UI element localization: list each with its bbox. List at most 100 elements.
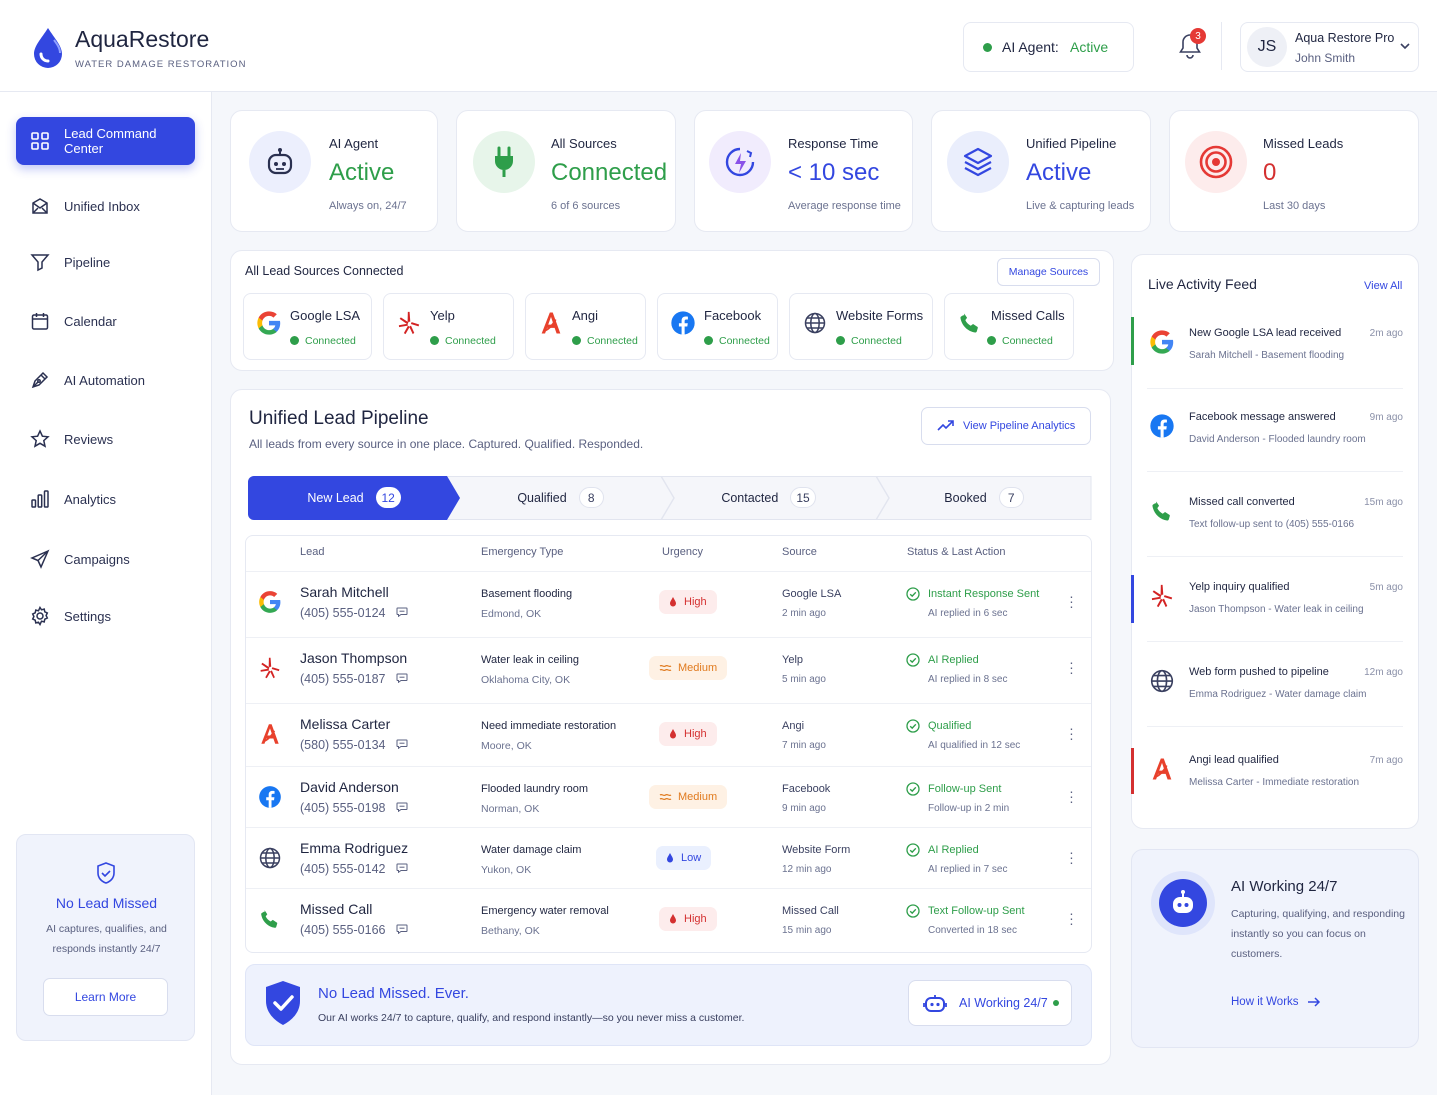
source-card-website-forms[interactable]: Website Forms Connected — [789, 293, 933, 360]
feed-item-title: New Google LSA lead received — [1189, 327, 1342, 339]
stat-value: Active — [329, 159, 395, 186]
manage-sources-button[interactable]: Manage Sources — [997, 258, 1100, 286]
trend-up-icon — [937, 420, 954, 431]
feed-item-detail: Text follow-up sent to (405) 555-0166 — [1189, 519, 1355, 530]
table-row[interactable]: Melissa Carter (580) 555-0134 Need immed… — [246, 703, 1091, 765]
lead-phone: (405) 555-0198 — [300, 801, 386, 815]
drop-icon — [670, 729, 676, 739]
stage-qualified[interactable]: Qualified 8 — [460, 476, 661, 519]
sidebar-item-pipeline[interactable]: Pipeline — [16, 238, 195, 286]
sidebar-item-settings[interactable]: Settings — [16, 592, 195, 640]
divider — [1147, 641, 1403, 642]
no-lead-missed-banner: No Lead Missed. Ever. Our AI works 24/7 … — [245, 964, 1092, 1046]
more-options-icon[interactable]: · · · — [1068, 845, 1074, 869]
lead-status: AI Replied — [928, 844, 979, 856]
sidebar-item-reviews[interactable]: Reviews — [16, 415, 195, 463]
urgency-badge: High — [659, 907, 717, 931]
lead-name: Missed Call — [300, 901, 373, 917]
sidebar-item-lead-command-center[interactable]: Lead Command Center — [16, 117, 195, 165]
column-header: Urgency — [662, 546, 703, 558]
chat-icon[interactable] — [396, 607, 408, 617]
user-company: Aqua Restore Pro — [1295, 31, 1395, 45]
user-menu[interactable]: JS Aqua Restore Pro John Smith — [1240, 22, 1419, 72]
sidebar-item-analytics[interactable]: Analytics — [16, 475, 195, 523]
urgency-label: High — [684, 913, 707, 925]
feed-item[interactable]: New Google LSA lead received 2m ago Sara… — [1131, 317, 1419, 411]
source-name: Google LSA — [290, 308, 361, 323]
chat-icon[interactable] — [396, 739, 408, 749]
status-dot — [983, 43, 992, 52]
feed-item[interactable]: Facebook message answered 9m ago David A… — [1131, 411, 1419, 495]
more-options-icon[interactable]: · · · — [1068, 721, 1074, 745]
sidebar-item-unified-inbox[interactable]: Unified Inbox — [16, 182, 195, 230]
divider — [1147, 388, 1403, 389]
source-card-google-lsa[interactable]: Google LSA Connected — [243, 293, 372, 360]
more-options-icon[interactable]: · · · — [1068, 589, 1074, 613]
source-card-yelp[interactable]: Yelp Connected — [383, 293, 514, 360]
table-row[interactable]: Missed Call (405) 555-0166 Emergency wat… — [246, 888, 1091, 950]
robot-icon — [249, 131, 311, 193]
chat-icon[interactable] — [396, 863, 408, 873]
feed-item[interactable]: Angi lead qualified 7m ago Melissa Carte… — [1131, 748, 1419, 838]
chat-icon[interactable] — [396, 924, 408, 934]
table-row[interactable]: Sarah Mitchell (405) 555-0124 Basement f… — [246, 571, 1091, 633]
source-card-facebook[interactable]: Facebook Connected — [657, 293, 778, 360]
stat-title: AI Agent — [329, 136, 379, 151]
drop-icon — [670, 914, 676, 924]
sidebar-item-calendar[interactable]: Calendar — [16, 297, 195, 345]
view-all-link[interactable]: View All — [1364, 280, 1402, 292]
how-it-works-link[interactable]: How it Works — [1231, 996, 1321, 1008]
sidebar-item-campaigns[interactable]: Campaigns — [16, 535, 195, 583]
stage-label: New Lead — [307, 490, 364, 505]
table-row[interactable]: Emma Rodriguez (405) 555-0142 Water dama… — [246, 827, 1091, 889]
feed-item[interactable]: Missed call converted 15m ago Text follo… — [1131, 496, 1419, 580]
layers-icon — [947, 131, 1009, 193]
status-dot — [1052, 1000, 1059, 1006]
feed-accent-bar — [1131, 575, 1134, 623]
lead-phone: (405) 555-0187 — [300, 672, 386, 686]
lead-location: Moore, OK — [481, 740, 532, 752]
more-options-icon[interactable]: · · · — [1068, 784, 1074, 808]
chat-icon[interactable] — [396, 802, 408, 812]
gear-icon — [31, 606, 49, 626]
stage-count: 8 — [578, 487, 604, 508]
stage-booked[interactable]: Booked 7 — [876, 476, 1092, 519]
stage-contacted[interactable]: Contacted 15 — [661, 476, 876, 519]
source-card-angi[interactable]: Angi Connected — [525, 293, 646, 360]
source-card-missed-calls[interactable]: Missed Calls Connected — [944, 293, 1074, 360]
view-pipeline-analytics-button[interactable]: View Pipeline Analytics — [921, 407, 1091, 445]
ai-agent-status: Active — [1070, 39, 1109, 55]
lead-name: Emma Rodriguez — [300, 840, 409, 856]
lead-source: Angi — [782, 720, 805, 732]
stage-new-lead[interactable]: New Lead 12 — [248, 476, 460, 519]
feed-item[interactable]: Yelp inquiry qualified 5m ago Jason Thom… — [1131, 575, 1419, 665]
check-circle-icon — [906, 719, 920, 733]
stat-sub: 6 of 6 sources — [551, 200, 621, 212]
brand-tagline: WATER DAMAGE RESTORATION — [75, 59, 247, 70]
angi-icon — [536, 308, 566, 338]
feed-item[interactable]: Web form pushed to pipeline 12m ago Emma… — [1131, 666, 1419, 750]
learn-more-button[interactable]: Learn More — [43, 978, 168, 1016]
urgency-label: High — [684, 728, 707, 740]
stat-value: Active — [1026, 159, 1092, 186]
lead-time: 9 min ago — [782, 803, 826, 814]
ai-working-badge[interactable]: AI Working 24/7 — [908, 980, 1072, 1026]
calendar-icon — [31, 313, 49, 330]
table-row[interactable]: Jason Thompson (405) 555-0187 Water leak… — [246, 637, 1091, 699]
sidebar-item-ai-automation[interactable]: AI Automation — [16, 356, 195, 404]
table-row[interactable]: David Anderson (405) 555-0198 Flooded la… — [246, 766, 1091, 828]
urgency-badge: High — [659, 722, 717, 746]
source-status: Connected — [587, 335, 638, 347]
funnel-icon — [30, 254, 50, 272]
more-options-icon[interactable]: · · · — [1068, 655, 1074, 679]
feed-item-time: 5m ago — [1369, 582, 1403, 593]
sidebar-item-label: Analytics — [64, 491, 117, 507]
ai-agent-status-pill[interactable]: AI Agent: Active — [963, 22, 1134, 72]
more-options-icon[interactable]: · · · — [1068, 906, 1074, 930]
ai-working-card: AI Working 24/7 Capturing, qualifying, a… — [1131, 849, 1419, 1048]
pipeline-title: Unified Lead Pipeline — [249, 408, 429, 429]
yelp-icon — [1147, 581, 1177, 611]
lead-phone: (580) 555-0134 — [300, 738, 386, 752]
chat-icon[interactable] — [396, 673, 408, 683]
notifications-button[interactable]: 3 — [1170, 25, 1210, 69]
